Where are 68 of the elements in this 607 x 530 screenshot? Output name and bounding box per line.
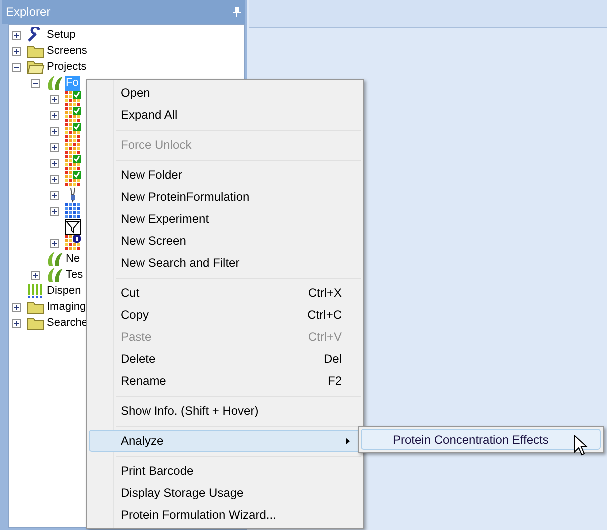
menu-item[interactable]: New Folder (89, 164, 361, 186)
expander[interactable] (50, 110, 59, 120)
plate-check-icon (65, 171, 81, 187)
shortcut-label: Ctrl+V (308, 329, 342, 346)
menu-item[interactable]: Delete Del (89, 348, 361, 370)
menu-item[interactable]: Print Barcode (89, 460, 361, 482)
tree-item[interactable]: Tes (65, 268, 84, 282)
menu-item[interactable]: New Screen (89, 230, 361, 252)
tree-item[interactable]: Searche (46, 316, 89, 330)
expander[interactable] (31, 270, 40, 280)
expander[interactable] (12, 302, 21, 312)
menu-item[interactable]: New ProteinFormulation (89, 186, 361, 208)
expander[interactable] (12, 318, 21, 328)
folder-icon (27, 60, 45, 74)
expander[interactable] (31, 78, 40, 88)
leaf-icon (46, 251, 64, 267)
menu-item[interactable]: Copy Ctrl+C (89, 304, 361, 326)
shortcut-label: Ctrl+X (308, 285, 342, 302)
tree-item[interactable]: Dispen (46, 284, 82, 298)
mouse-pointer-icon (574, 435, 588, 457)
folder-icon (27, 300, 45, 314)
menu-item[interactable]: New Experiment (89, 208, 361, 230)
menu-item[interactable]: Open (89, 82, 361, 104)
grid-icon (65, 203, 81, 219)
expander[interactable] (50, 126, 59, 136)
expander[interactable] (50, 206, 59, 216)
folder-icon (27, 44, 45, 58)
menu-item[interactable]: Show Info. (Shift + Hover) (89, 400, 361, 422)
plate-info-icon (65, 235, 81, 251)
expander[interactable] (50, 174, 59, 184)
plate-check-icon (65, 107, 81, 123)
tree-item[interactable]: Setup (46, 28, 77, 42)
shortcut-label: Del (324, 351, 342, 368)
expander[interactable] (12, 46, 21, 56)
menu-item[interactable]: New Search and Filter (89, 252, 361, 274)
wrench-icon (27, 27, 43, 43)
expander[interactable] (50, 94, 59, 104)
menu-item[interactable]: Protein Formulation Wizard... (89, 504, 361, 526)
expander[interactable] (50, 238, 59, 248)
leaf-icon (46, 75, 64, 91)
folder-icon (27, 316, 45, 330)
plate-check-icon (65, 91, 81, 107)
filter-icon (65, 219, 81, 235)
menu-item[interactable]: Rename F2 (89, 370, 361, 392)
plate-check-icon (65, 155, 81, 171)
well-plate-icon (65, 139, 81, 155)
menu-item[interactable]: Analyze (89, 430, 361, 452)
submenu-arrow-icon (346, 438, 350, 444)
tree-item[interactable]: Screens (46, 44, 88, 58)
menu-item[interactable]: Cut Ctrl+X (89, 282, 361, 304)
expander[interactable] (50, 142, 59, 152)
plate-check-icon (65, 123, 81, 139)
shortcut-label: F2 (328, 373, 342, 390)
dispenser-icon (27, 283, 43, 299)
shortcut-label: Ctrl+C (308, 307, 342, 324)
tree-item[interactable]: Projects (46, 60, 88, 74)
tree-item[interactable]: Imaging (46, 300, 88, 314)
menu-item[interactable]: Display Storage Usage (89, 482, 361, 504)
pin-icon[interactable] (233, 7, 241, 17)
menu-item[interactable]: Protein Concentration Effects (361, 429, 601, 450)
expander[interactable] (50, 158, 59, 168)
panel-title: Explorer (6, 4, 51, 21)
menu-item[interactable]: Expand All (89, 104, 361, 126)
leaf-icon (46, 267, 64, 283)
expander[interactable] (12, 30, 21, 40)
tree-item[interactable]: Ne (65, 252, 82, 266)
expander[interactable] (50, 190, 59, 200)
expander[interactable] (12, 62, 21, 72)
